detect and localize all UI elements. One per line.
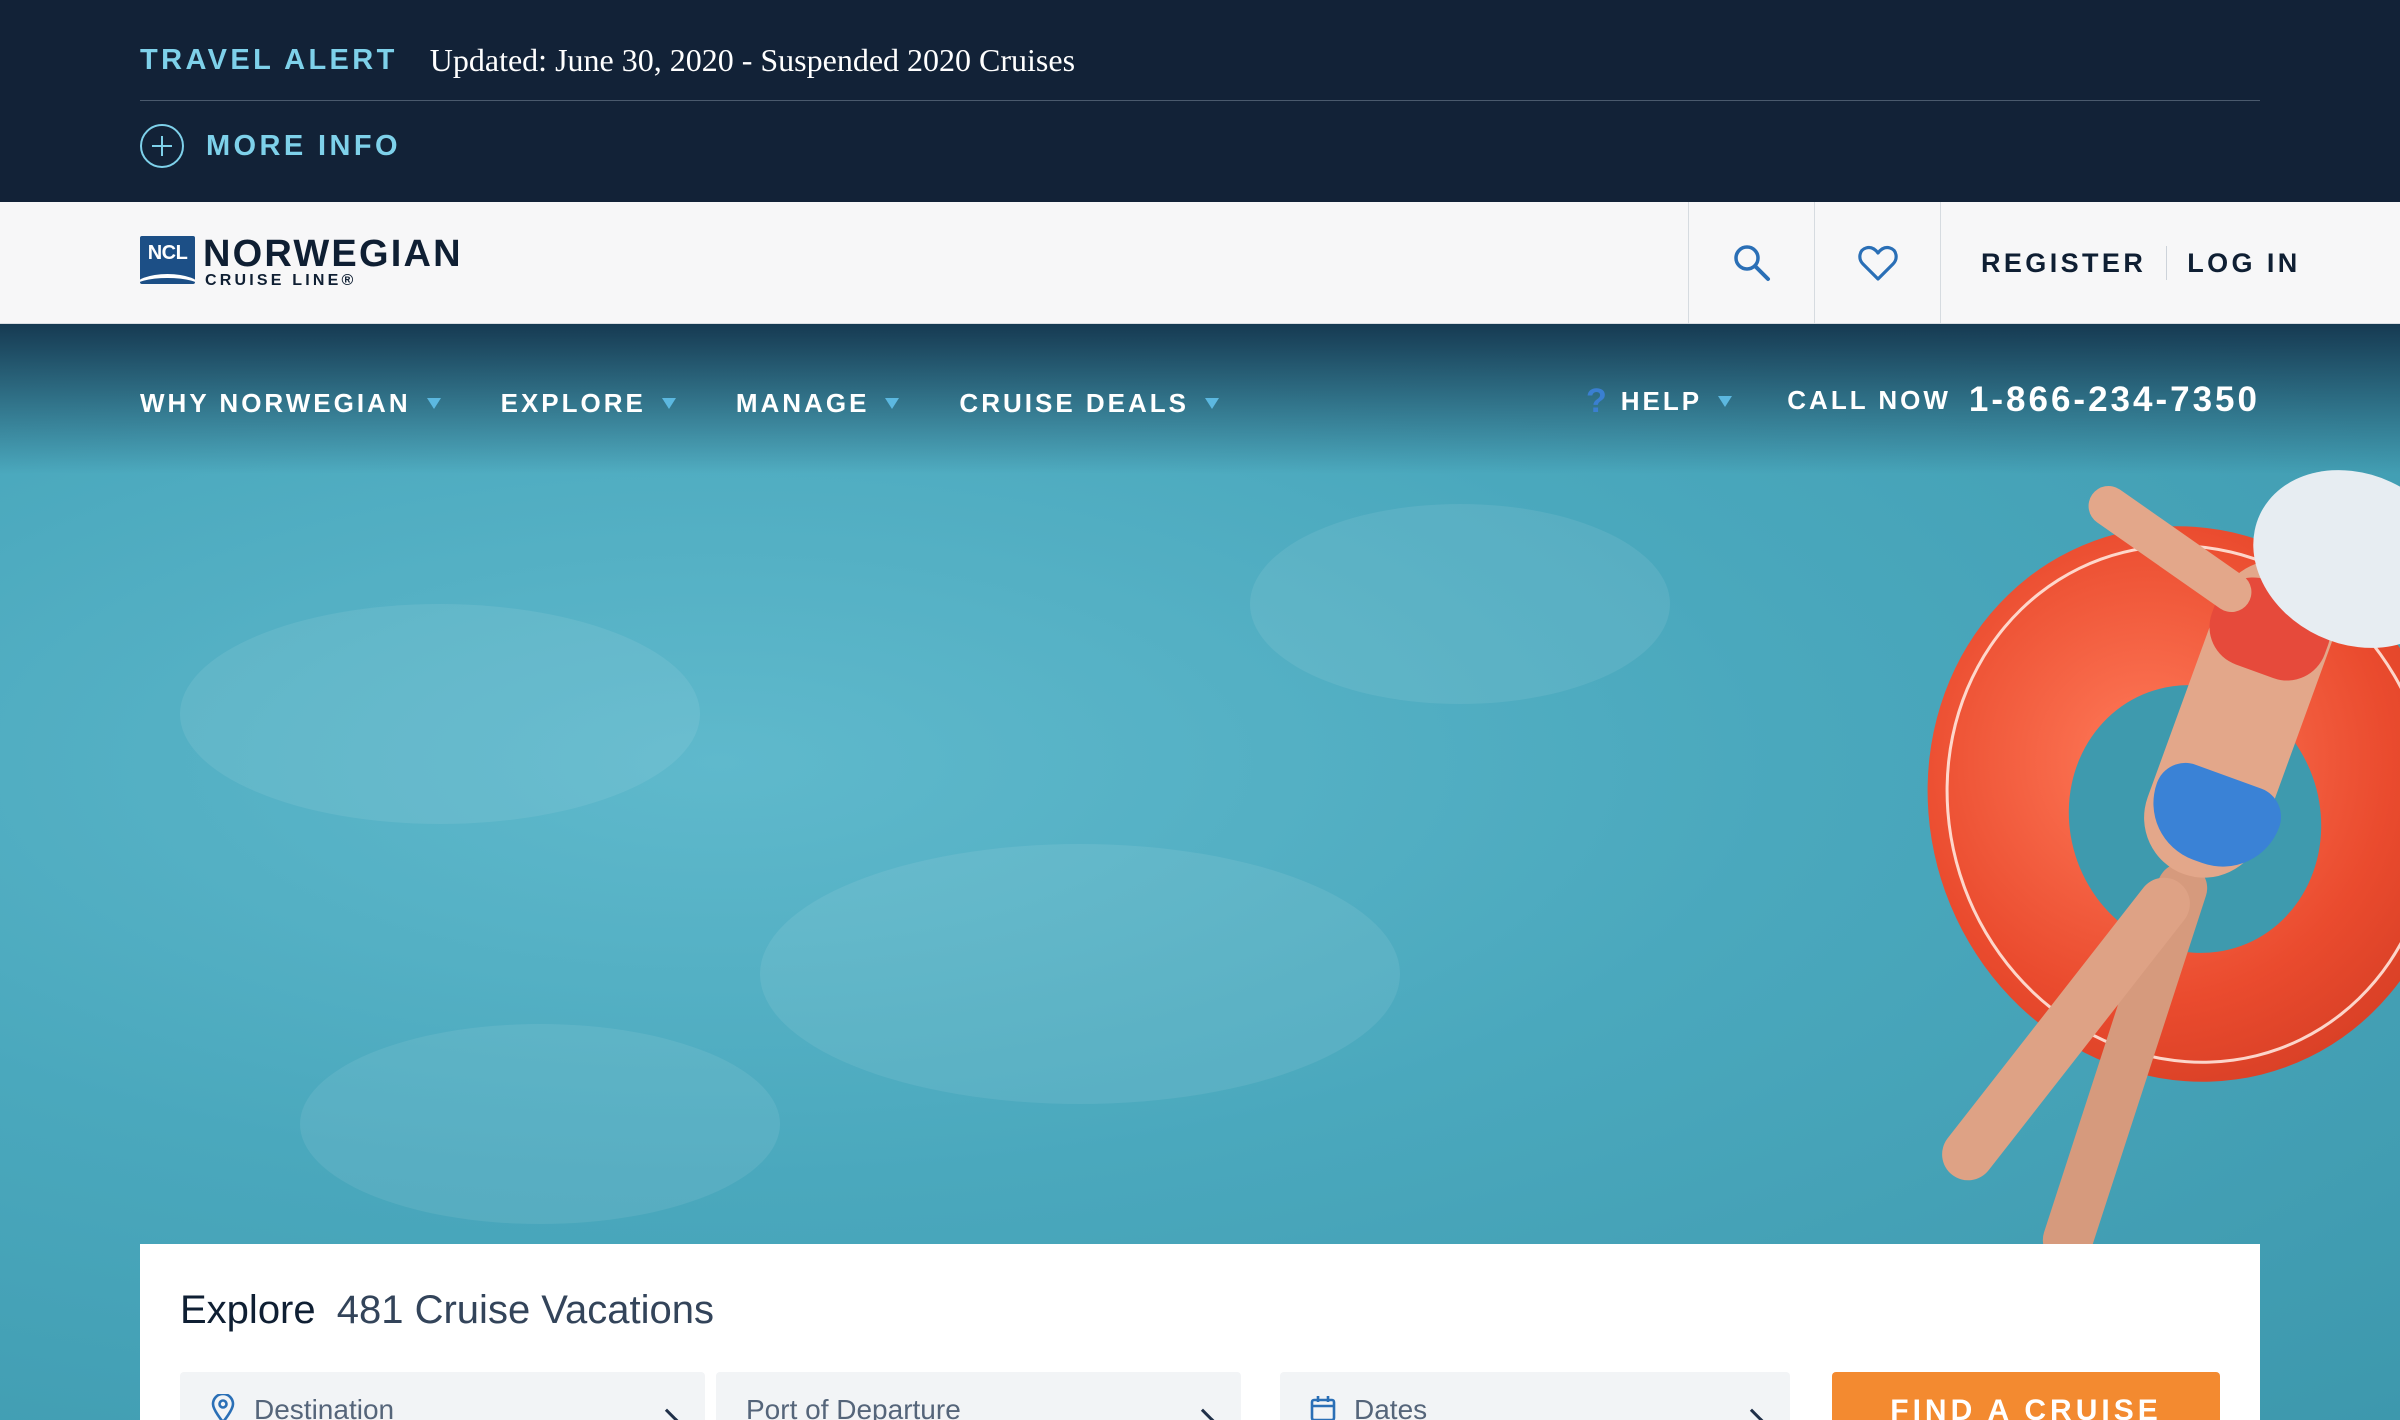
water-ripple [1250,504,1670,704]
dates-label: Dates [1354,1394,1428,1420]
question-mark-icon: ? [1586,381,1607,420]
travel-alert-bar: TRAVEL ALERT Updated: June 30, 2020 - Su… [0,0,2400,202]
nav-why-norwegian[interactable]: WHY NORWEGIAN [140,388,441,419]
wave-icon [140,274,195,284]
more-info-label: MORE INFO [206,129,401,162]
nav-explore[interactable]: EXPLORE [501,388,676,419]
nav-manage[interactable]: MANAGE [736,388,900,419]
calendar-icon [1310,1396,1336,1420]
travel-alert-row: TRAVEL ALERT Updated: June 30, 2020 - Su… [140,38,1075,82]
nav-label: MANAGE [735,387,870,418]
travel-alert-tag: TRAVEL ALERT [140,43,398,76]
port-select[interactable]: Port of Departure [716,1372,1241,1420]
water-ripple [180,604,700,824]
logo-subtitle: CRUISE LINE® [205,272,357,289]
water-ripple [300,1024,780,1224]
more-info-button[interactable]: MORE INFO [140,124,401,168]
travel-alert-message: Updated: June 30, 2020 - Suspended 2020 … [429,41,1076,78]
call-now-label: CALL NOW [1787,384,1951,415]
panel-title-strong: Explore [180,1288,316,1332]
favorites-button[interactable] [1814,202,1940,324]
panel-title-count: 481 Cruise Vacations [336,1288,714,1332]
register-link[interactable]: REGISTER [1981,248,2146,279]
location-pin-icon [211,1394,235,1420]
find-a-cruise-button[interactable]: FIND A CRUISE [1832,1372,2220,1420]
caret-down-icon [885,397,900,409]
call-now: CALL NOW 1-866-234-7350 [1787,380,2260,420]
login-link[interactable]: LOG IN [2187,248,2300,279]
panel-title: Explore 481 Cruise Vacations [180,1288,714,1333]
help-label: HELP [1620,385,1703,416]
ncl-logo-mark: NCL [140,236,195,284]
heart-icon [1857,245,1898,281]
help-menu[interactable]: ? HELP [1586,381,1733,420]
dates-select[interactable]: Dates [1280,1372,1790,1420]
auth-links: REGISTER LOG IN [1940,202,2400,324]
destination-select[interactable]: Destination [180,1372,705,1420]
cruise-search-panel: Explore 481 Cruise Vacations Destination… [140,1244,2260,1420]
nav-cruise-deals[interactable]: CRUISE DEALS [959,388,1219,419]
caret-down-icon [1718,395,1733,407]
destination-label: Destination [254,1394,395,1420]
main-nav: WHY NORWEGIAN EXPLORE MANAGE CRUISE DEAL… [140,386,1279,420]
nav-label: CRUISE DEALS [959,387,1189,418]
logo-name: NORWEGIAN [203,233,463,275]
nav-label: WHY NORWEGIAN [140,387,411,418]
caret-down-icon [426,397,441,409]
travel-alert-divider [140,100,2260,101]
caret-down-icon [1205,397,1219,409]
chevron-down-icon [1740,1408,1764,1420]
port-label: Port of Departure [746,1394,961,1420]
auth-divider [2166,246,2168,280]
logo-wordmark: NORWEGIAN CRUISE LINE® [203,233,463,290]
nav-label: EXPLORE [500,387,646,418]
plus-circle-icon [140,124,184,168]
logo-mark-text: NCL [147,242,188,264]
water-ripple [760,844,1400,1104]
phone-number-link[interactable]: 1-866-234-7350 [1969,380,2260,420]
chevron-down-icon [1191,1408,1215,1420]
chevron-down-icon [655,1408,679,1420]
search-icon [1733,245,1770,281]
caret-down-icon [661,397,676,409]
site-header: NCL NORWEGIAN CRUISE LINE® REGISTER LOG … [0,202,2400,324]
search-button[interactable] [1688,202,1814,324]
ncl-logo[interactable]: NCL NORWEGIAN CRUISE LINE® [140,233,463,290]
